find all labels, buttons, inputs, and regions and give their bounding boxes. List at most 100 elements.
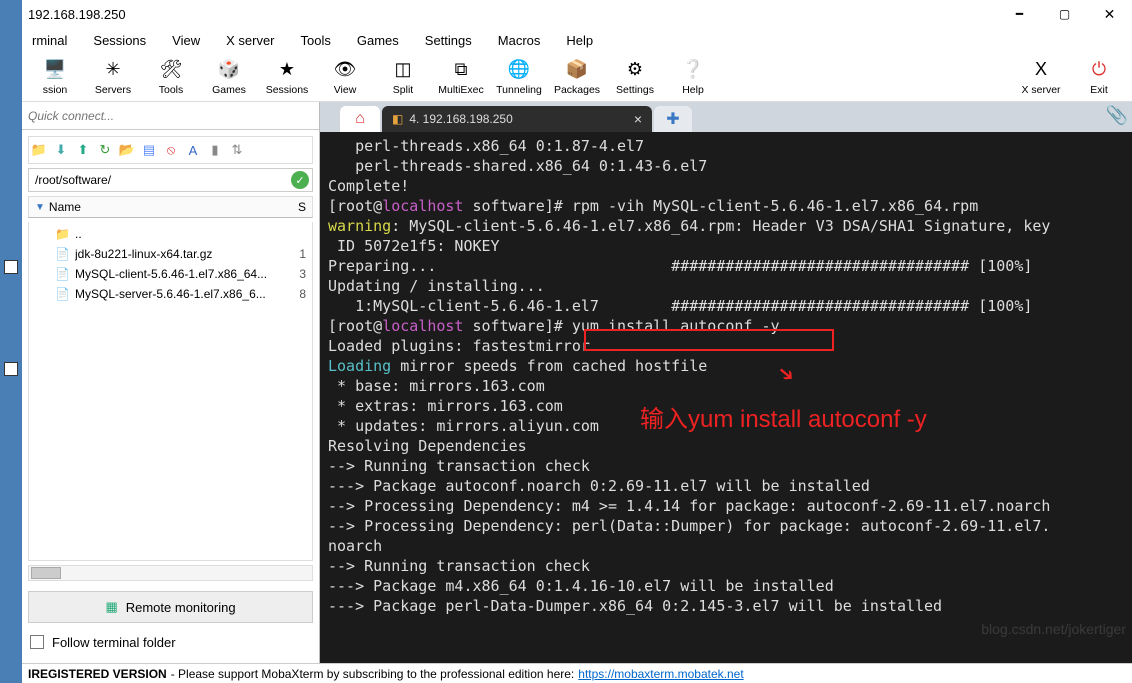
sort-icon[interactable]: ⇅ xyxy=(229,142,245,158)
terminal-line: --> Processing Dependency: m4 >= 1.4.14 … xyxy=(328,496,1124,516)
settings-label: Settings xyxy=(616,84,654,96)
toolbar-sessions-button[interactable]: ★Sessions xyxy=(258,53,316,101)
menu-settings[interactable]: Settings xyxy=(419,31,478,50)
file-row[interactable]: 📄jdk-8u221-linux-x64.tar.gz1 xyxy=(29,244,312,264)
remote-monitoring-button[interactable]: ▦ Remote monitoring xyxy=(28,591,313,623)
toolbar: 🖥️ssion✳Servers🛠Tools 🎲 Games ★Sessions👁Vie… xyxy=(22,52,1132,102)
packages-icon: 📦 xyxy=(565,58,589,82)
sessions-icon: ★ xyxy=(275,58,299,82)
terminal-line: ---> Package autoconf.noarch 0:2.69-11.e… xyxy=(328,476,1124,496)
sort-indicator-icon: ▼ xyxy=(35,202,45,213)
toolbar-ssion-button[interactable]: 🖥️ssion xyxy=(26,53,84,101)
menu-sessions[interactable]: Sessions xyxy=(87,31,152,50)
upload-icon[interactable]: ⬆ xyxy=(75,142,91,158)
tab-close-icon[interactable]: × xyxy=(634,111,642,127)
toolbar-games-button[interactable]: 🎲 Games xyxy=(200,53,258,101)
toolbar-settings-button[interactable]: ⚙Settings xyxy=(606,53,664,101)
menu-rminal[interactable]: rminal xyxy=(26,31,73,50)
terminal-output[interactable]: perl-threads.x86_64 0:1.87-4.el7 perl-th… xyxy=(320,132,1132,663)
bookmark-icon[interactable]: ▮ xyxy=(207,142,223,158)
newfolder-icon[interactable]: 📂 xyxy=(119,142,135,158)
sidebar: 📁 ⬇ ⬆ ↻ 📂 ▤ ⦸ A ▮ ⇅ ✓ ▼ Name xyxy=(22,102,320,663)
file-name: MySQL-client-5.6.46-1.el7.x86_64... xyxy=(75,267,293,281)
toolbar-multiexec-button[interactable]: ⧉MultiExec xyxy=(432,53,490,101)
file-row[interactable]: 📄MySQL-server-5.6.46-1.el7.x86_6...8 xyxy=(29,284,312,304)
window-maximize-button[interactable]: ▢ xyxy=(1042,0,1087,28)
menu-x-server[interactable]: X server xyxy=(220,31,280,50)
toolbar-tunneling-button[interactable]: 🌐Tunneling xyxy=(490,53,548,101)
download-icon[interactable]: ⬇ xyxy=(53,142,69,158)
folder-icon[interactable]: 📁 xyxy=(31,142,47,158)
packages-label: Packages xyxy=(554,84,600,96)
terminal-line: Complete! xyxy=(328,176,1124,196)
toolbar-view-button[interactable]: 👁View xyxy=(316,53,374,101)
toolbar-help-button[interactable]: ❔Help xyxy=(664,53,722,101)
terminal-line: [root@localhost software]# rpm -vih MySQ… xyxy=(328,196,1124,216)
terminal-line: --> Running transaction check xyxy=(328,556,1124,576)
filelist-header[interactable]: ▼ Name S xyxy=(28,196,313,218)
tools-icon: 🛠 xyxy=(159,58,183,82)
stop-icon[interactable]: ⦸ xyxy=(163,142,179,158)
file-row[interactable]: 📁.. xyxy=(29,224,312,244)
help-icon: ❔ xyxy=(681,58,705,82)
taskbar-item[interactable] xyxy=(4,260,18,274)
window-titlebar: 192.168.198.250 ━ ▢ ✕ xyxy=(22,0,1132,28)
xserver-icon: X xyxy=(1029,58,1053,82)
window-minimize-button[interactable]: ━ xyxy=(997,0,1042,28)
tab-session[interactable]: ◧ 4. 192.168.198.250 × xyxy=(382,106,652,132)
sftp-path-input[interactable] xyxy=(29,169,291,191)
col-size[interactable]: S xyxy=(298,200,306,214)
toolbar-exit-button[interactable]: ⏻Exit xyxy=(1070,53,1128,101)
follow-terminal-checkbox[interactable] xyxy=(30,635,44,649)
terminal-line: 1:MySQL-client-5.6.46-1.el7 ############… xyxy=(328,296,1124,316)
exit-label: Exit xyxy=(1090,84,1108,96)
file-icon: 📁 xyxy=(55,227,69,241)
terminal-line: Loading mirror speeds from cached hostfi… xyxy=(328,356,1124,376)
tab-add[interactable]: ✚ xyxy=(654,106,692,132)
xserver-label: X server xyxy=(1021,84,1060,96)
servers-label: Servers xyxy=(95,84,131,96)
ssion-icon: 🖥️ xyxy=(43,58,67,82)
terminal-line: --> Processing Dependency: perl(Data::Du… xyxy=(328,516,1124,536)
unregistered-label: IREGISTERED VERSION xyxy=(28,667,167,681)
attach-icon[interactable]: 📎 xyxy=(1106,105,1128,126)
split-label: Split xyxy=(393,84,413,96)
terminal-line: Preparing... ###########################… xyxy=(328,256,1124,276)
terminal-line: perl-threads-shared.x86_64 0:1.43-6.el7 xyxy=(328,156,1124,176)
terminal-line: * updates: mirrors.aliyun.com xyxy=(328,416,1124,436)
games-icon: 🎲 xyxy=(217,58,241,82)
terminal-line: warning: MySQL-client-5.6.46-1.el7.x86_6… xyxy=(328,216,1124,236)
tab-home[interactable]: ⌂ xyxy=(340,106,380,132)
menu-help[interactable]: Help xyxy=(560,31,599,50)
plus-icon: ✚ xyxy=(666,109,679,129)
toolbar-xserver-button[interactable]: X X server xyxy=(1012,53,1070,101)
menu-games[interactable]: Games xyxy=(351,31,405,50)
toolbar-split-button[interactable]: ◫Split xyxy=(374,53,432,101)
toolbar-packages-button[interactable]: 📦 Packages xyxy=(548,53,606,101)
file-size: 1 xyxy=(299,247,306,261)
menu-macros[interactable]: Macros xyxy=(492,31,547,50)
toolbar-servers-button[interactable]: ✳Servers xyxy=(84,53,142,101)
path-ok-icon: ✓ xyxy=(291,171,309,189)
taskbar-item[interactable] xyxy=(4,362,18,376)
menu-tools[interactable]: Tools xyxy=(295,31,337,50)
col-name[interactable]: Name xyxy=(49,200,298,214)
window-close-button[interactable]: ✕ xyxy=(1087,0,1132,28)
remote-monitoring-label: Remote monitoring xyxy=(126,600,236,615)
horizontal-scrollbar[interactable] xyxy=(28,565,313,581)
menu-view[interactable]: View xyxy=(166,31,206,50)
toolbar-tools-button[interactable]: 🛠Tools xyxy=(142,53,200,101)
follow-terminal-label: Follow terminal folder xyxy=(52,635,176,650)
terminal-line: * extras: mirrors.163.com xyxy=(328,396,1124,416)
session-icon: ◧ xyxy=(392,112,403,126)
tab-label: 4. 192.168.198.250 xyxy=(409,112,512,126)
file-row[interactable]: 📄MySQL-client-5.6.46-1.el7.x86_64...3 xyxy=(29,264,312,284)
refresh-icon[interactable]: ↻ xyxy=(97,142,113,158)
footer-link[interactable]: https://mobaxterm.mobatek.net xyxy=(578,667,743,681)
newfile-icon[interactable]: ▤ xyxy=(141,142,157,158)
terminal-line: noarch xyxy=(328,536,1124,556)
quick-connect-input[interactable] xyxy=(22,104,319,128)
tab-bar: ⌂ ◧ 4. 192.168.198.250 × ✚ xyxy=(320,102,1132,132)
text-icon[interactable]: A xyxy=(185,142,201,158)
games-label: Games xyxy=(212,84,246,96)
